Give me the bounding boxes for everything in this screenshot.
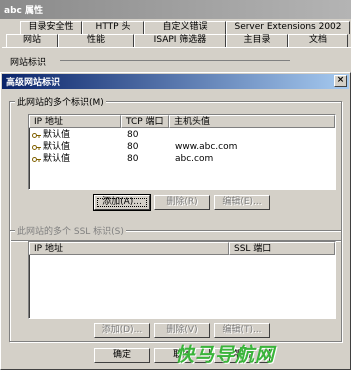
table-row[interactable]: 默认值 80	[29, 130, 335, 141]
row-ip: 默认值	[43, 154, 71, 164]
row-ip: 默认值	[43, 130, 71, 140]
ok-button[interactable]: 确定	[94, 348, 150, 363]
tab-http-headers[interactable]: HTTP 头	[82, 21, 144, 34]
column-ssl-ip-address[interactable]: IP 地址	[29, 242, 229, 255]
key-icon	[32, 157, 41, 162]
identities-group-label: 此网站的多个标识(M)	[15, 95, 106, 108]
add-identity-button[interactable]: 添加(A)...	[94, 195, 150, 210]
ssl-identities-list[interactable]: IP 地址 SSL 端口	[28, 241, 336, 319]
background-window-title: abc 属性	[4, 6, 43, 16]
dialog-title: 高级网站标识	[6, 78, 61, 88]
advanced-website-identification-dialog: 高级网站标识 × 此网站的多个标识(M) IP 地址 TCP 端口 主机头值 默…	[0, 72, 351, 370]
remove-identity-button[interactable]: 删除(R)	[154, 195, 210, 210]
tab-documents[interactable]: 文档	[288, 34, 348, 47]
key-icon	[32, 145, 41, 150]
row-port: 80	[127, 130, 139, 140]
row-host: abc.com	[175, 154, 214, 164]
column-ssl-port[interactable]: SSL 端口	[229, 242, 335, 255]
close-icon[interactable]: ×	[334, 75, 347, 87]
column-host-header[interactable]: 主机头值	[169, 115, 335, 128]
background-title-bar: abc 属性	[0, 0, 351, 19]
remove-ssl-button[interactable]: 删除(V)	[154, 323, 210, 338]
tab-custom-errors[interactable]: 自定义错误	[144, 21, 226, 34]
edit-ssl-button[interactable]: 编辑(T)...	[214, 323, 270, 338]
table-row[interactable]: 默认值 80 www.abc.com	[29, 142, 335, 153]
identities-list[interactable]: IP 地址 TCP 端口 主机头值 默认值 80 默认值 80 www.abc.…	[28, 114, 336, 190]
watermark-logo: 快马导航网	[175, 344, 276, 366]
row-ip: 默认值	[43, 142, 71, 152]
tab-row-bottom: 网站 性能 ISAPI 筛选器 主目录 文档	[0, 34, 351, 47]
tab-isapi-filters[interactable]: ISAPI 筛选器	[134, 34, 226, 47]
group-divider	[60, 60, 290, 61]
add-ssl-button[interactable]: 添加(D)...	[94, 323, 150, 338]
tab-server-extensions[interactable]: Server Extensions 2002	[226, 21, 350, 34]
table-row[interactable]: 默认值 80 abc.com	[29, 154, 335, 165]
column-tcp-port[interactable]: TCP 端口	[121, 115, 169, 128]
row-port: 80	[127, 142, 139, 152]
website-identification-label: 网站标识	[10, 58, 47, 68]
tab-website[interactable]: 网站	[6, 34, 58, 47]
row-host: www.abc.com	[175, 142, 238, 152]
tab-home-directory[interactable]: 主目录	[226, 34, 288, 47]
tab-directory-security[interactable]: 目录安全性	[20, 21, 82, 34]
tab-row-top: 目录安全性 HTTP 头 自定义错误 Server Extensions 200…	[0, 21, 351, 34]
tab-performance[interactable]: 性能	[58, 34, 134, 47]
column-ip-address[interactable]: IP 地址	[29, 115, 121, 128]
row-port: 80	[127, 154, 139, 164]
ssl-group-label: 此网站的多个 SSL 标识(S)	[15, 224, 126, 237]
dialog-title-bar: 高级网站标识 ×	[2, 74, 349, 89]
key-icon	[32, 133, 41, 138]
edit-identity-button[interactable]: 编辑(E)...	[214, 195, 270, 210]
